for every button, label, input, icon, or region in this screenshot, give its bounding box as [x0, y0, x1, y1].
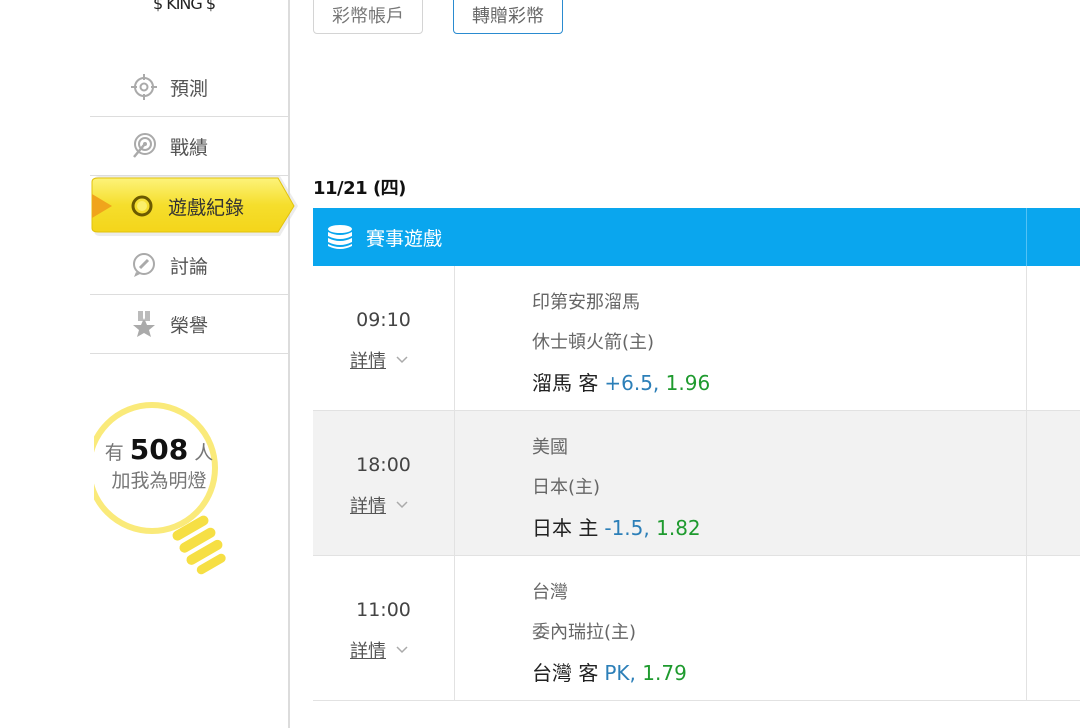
sidebar-item-label: 戰績: [170, 136, 209, 159]
handicap-line: +6.5,: [604, 371, 660, 395]
game-time: 11:00: [356, 599, 411, 621]
pick-label: 日本 主: [532, 516, 599, 540]
database-icon: [326, 223, 354, 251]
home-team: 委內瑞拉(主): [532, 622, 637, 643]
odds-value: 1.79: [642, 661, 687, 685]
username: $ KING $: [152, 0, 216, 13]
fans-suffix: 加我為明燈: [111, 470, 207, 492]
away-team: 台灣: [532, 582, 568, 603]
chevron-down-icon: [396, 356, 408, 364]
fans-unit: 人: [194, 442, 214, 464]
away-team: 美國: [532, 437, 568, 458]
bet-pick: 日本 主 -1.5, 1.82: [532, 512, 701, 541]
details-label: 詳情: [350, 641, 386, 662]
sidebar-item-record[interactable]: 戰績: [90, 117, 288, 176]
crosshair-icon: [130, 73, 158, 101]
date-heading: 11/21 (四): [313, 178, 406, 199]
sidebar-item-predict[interactable]: 預測: [90, 58, 288, 117]
details-toggle[interactable]: 詳情: [350, 637, 408, 663]
target-icon: [130, 132, 158, 160]
medal-star-icon: [130, 310, 158, 338]
games-table: 賽事遊戲 09:10 詳情 印第安那溜馬 休士頓火箭(主) 溜馬 客 +6.5, …: [313, 208, 1080, 701]
chevron-down-icon: [396, 501, 408, 509]
chat-bubble-icon: [130, 251, 158, 279]
table-row: 09:10 詳情 印第安那溜馬 休士頓火箭(主) 溜馬 客 +6.5, 1.96: [313, 266, 1080, 411]
sidebar-item-label: 遊戲紀錄: [168, 196, 245, 219]
fans-prefix: 有: [104, 442, 124, 464]
home-team: 日本(主): [532, 477, 601, 498]
sidebar-item-label: 榮譽: [170, 314, 209, 337]
odds-value: 1.82: [656, 516, 701, 540]
pick-label: 溜馬 客: [532, 371, 599, 395]
sidebar-item-label: 討論: [170, 255, 209, 278]
ring-icon: [128, 192, 156, 220]
chevron-down-icon: [396, 646, 408, 654]
fans-count: 508: [129, 433, 189, 466]
details-label: 詳情: [350, 351, 386, 372]
header-divider: [1026, 208, 1027, 266]
away-team: 印第安那溜馬: [532, 292, 640, 313]
table-header: 賽事遊戲: [313, 208, 1080, 266]
transfer-coins-tab[interactable]: 轉贈彩幣: [453, 0, 563, 34]
game-time: 09:10: [356, 309, 411, 331]
sidebar-item-game-records[interactable]: 遊戲紀錄: [90, 176, 298, 236]
sidebar: $ KING $ 預測 戰績 遊戲紀錄 討論 榮譽 有 508 人 加我為明燈: [0, 0, 298, 728]
handicap-line: -1.5,: [604, 516, 650, 540]
details-toggle[interactable]: 詳情: [350, 347, 408, 373]
table-row: 11:00 詳情 台灣 委內瑞拉(主) 台灣 客 PK, 1.79: [313, 556, 1080, 701]
details-label: 詳情: [350, 496, 386, 517]
game-time: 18:00: [356, 454, 411, 476]
bet-pick: 台灣 客 PK, 1.79: [532, 657, 687, 686]
home-team: 休士頓火箭(主): [532, 332, 655, 353]
table-row: 18:00 詳情 美國 日本(主) 日本 主 -1.5, 1.82: [313, 411, 1080, 556]
sidebar-nav: 預測 戰績 遊戲紀錄 討論 榮譽: [90, 58, 298, 354]
handicap-line: PK,: [604, 661, 636, 685]
fans-counter: 有 508 人 加我為明燈: [94, 436, 224, 495]
sidebar-item-discussion[interactable]: 討論: [90, 236, 288, 295]
table-header-title: 賽事遊戲: [366, 227, 443, 250]
sidebar-item-label: 預測: [170, 77, 209, 100]
sidebar-item-honors[interactable]: 榮譽: [90, 295, 288, 354]
odds-value: 1.96: [665, 371, 711, 395]
details-toggle[interactable]: 詳情: [350, 492, 408, 518]
coin-account-tab[interactable]: 彩幣帳戶: [313, 0, 423, 34]
pick-label: 台灣 客: [532, 661, 599, 685]
bet-pick: 溜馬 客 +6.5, 1.96: [532, 367, 710, 396]
